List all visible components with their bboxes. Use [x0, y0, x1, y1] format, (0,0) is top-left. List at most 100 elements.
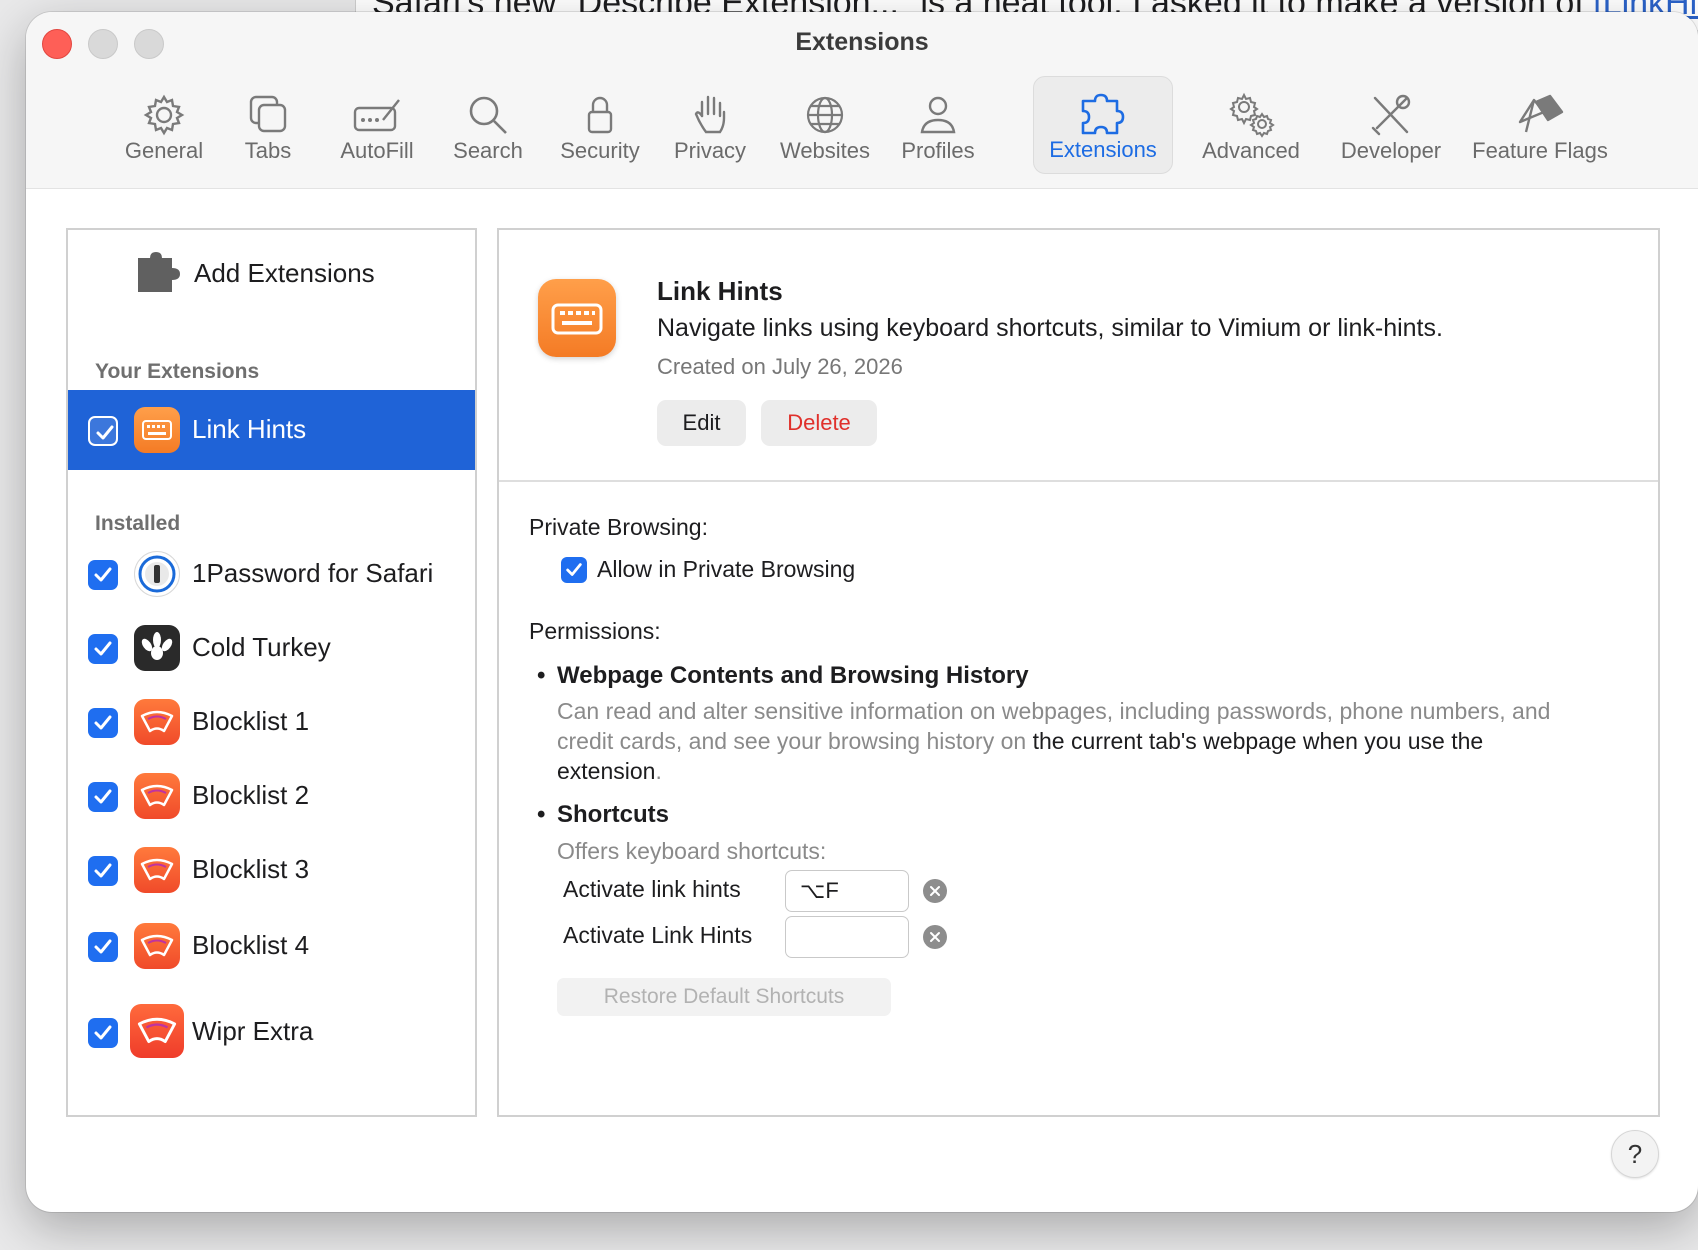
- gear-icon: [143, 94, 185, 136]
- tab-search-label: Search: [453, 138, 523, 163]
- list-item-blocklist-2[interactable]: Blocklist 2: [68, 756, 475, 836]
- gears-icon: [1229, 92, 1275, 138]
- tab-general-label: General: [124, 138, 204, 163]
- list-item-blocklist-1[interactable]: Blocklist 1: [68, 682, 475, 762]
- restore-default-shortcuts-button[interactable]: Restore Default Shortcuts: [557, 978, 891, 1016]
- extension-name: Cold Turkey: [192, 632, 331, 662]
- clear-shortcut-icon[interactable]: [923, 879, 947, 903]
- tab-websites-label: Websites: [779, 138, 871, 163]
- tab-advanced-label: Advanced: [1202, 138, 1300, 163]
- tab-advanced[interactable]: Advanced: [1181, 76, 1321, 174]
- tab-privacy-label: Privacy: [673, 138, 747, 163]
- checkmark-icon: [94, 939, 112, 954]
- tab-tabs-label: Tabs: [244, 138, 292, 163]
- clear-shortcut-icon[interactable]: [923, 925, 947, 949]
- shortcut-label: Activate link hints: [563, 876, 741, 902]
- list-item-blocklist-4[interactable]: Blocklist 4: [68, 906, 475, 986]
- extension-created-date: Created on July 26, 2026: [657, 354, 903, 379]
- keyboard-icon: [134, 407, 180, 453]
- autofill-icon: [353, 99, 400, 132]
- enable-checkbox[interactable]: [88, 416, 118, 446]
- tab-feature-flags-label: Feature Flags: [1472, 138, 1608, 163]
- tab-developer-label: Developer: [1340, 138, 1442, 163]
- tab-tabs[interactable]: Tabs: [226, 76, 310, 174]
- enable-checkbox[interactable]: [88, 560, 118, 590]
- tab-extensions-label: Extensions: [1049, 137, 1157, 162]
- allow-private-label: Allow in Private Browsing: [597, 556, 856, 582]
- edit-button[interactable]: Edit: [657, 400, 746, 446]
- add-extensions-button[interactable]: Add Extensions: [136, 252, 456, 296]
- extension-name: Blocklist 2: [192, 780, 310, 810]
- installed-header: Installed: [95, 512, 181, 535]
- checkmark-icon: [94, 641, 112, 656]
- tab-search[interactable]: Search: [438, 76, 538, 174]
- wipr-icon: [134, 699, 180, 745]
- tools-icon: [1371, 94, 1411, 136]
- turkey-icon: [134, 625, 180, 671]
- enable-checkbox[interactable]: [88, 634, 118, 664]
- shortcut-field[interactable]: ⌥F: [785, 870, 909, 912]
- allow-private-checkbox[interactable]: [561, 557, 587, 583]
- wipr-icon: [134, 773, 180, 819]
- list-item-cold-turkey[interactable]: Cold Turkey: [68, 608, 475, 688]
- extension-name: 1Password for Safari: [192, 558, 434, 588]
- search-icon: [469, 96, 507, 134]
- enable-checkbox[interactable]: [88, 782, 118, 812]
- private-browsing-label: Private Browsing:: [529, 514, 708, 540]
- extensions-list[interactable]: Add Extensions Your Extensions Link Hint…: [66, 228, 477, 1117]
- wipr-icon: [134, 923, 180, 969]
- tab-developer[interactable]: Developer: [1326, 76, 1456, 174]
- tab-profiles[interactable]: Profiles: [888, 76, 988, 174]
- extension-name: Link Hints: [192, 414, 307, 444]
- permission-webpage-body: Can read and alter sensitive information…: [557, 696, 1557, 786]
- extension-detail: Link Hints Navigate links using keyboard…: [497, 228, 1660, 1117]
- enable-checkbox[interactable]: [88, 1018, 118, 1048]
- checkmark-icon: [566, 563, 582, 576]
- puzzle-icon: [138, 252, 180, 292]
- tab-autofill[interactable]: AutoFill: [322, 76, 432, 174]
- permission-shortcuts-body: Offers keyboard shortcuts:: [557, 838, 827, 864]
- tab-extensions[interactable]: Extensions: [1033, 76, 1173, 174]
- list-item-blocklist-3[interactable]: Blocklist 3: [68, 830, 475, 910]
- delete-button[interactable]: Delete: [761, 400, 877, 446]
- lock-icon: [587, 96, 613, 134]
- tab-privacy[interactable]: Privacy: [660, 76, 760, 174]
- tabs-icon: [249, 95, 287, 133]
- preferences-toolbar: General Tabs AutoFill Search Security Pr…: [26, 76, 1698, 176]
- hand-icon: [694, 95, 726, 134]
- extension-name: Blocklist 1: [192, 706, 310, 736]
- help-button[interactable]: ?: [1611, 1130, 1659, 1178]
- keyboard-icon: [538, 279, 616, 357]
- shortcut-label: Activate Link Hints: [563, 922, 753, 948]
- settings-window: Extensions General Tabs AutoFill Search: [26, 12, 1698, 1212]
- checkmark-icon: [94, 715, 112, 730]
- tab-feature-flags[interactable]: Feature Flags: [1462, 76, 1618, 174]
- shortcut-field[interactable]: [785, 916, 909, 958]
- puzzle-icon: [1081, 93, 1125, 135]
- enable-checkbox[interactable]: [88, 708, 118, 738]
- extension-name: Wipr Extra: [192, 1016, 314, 1046]
- tab-general[interactable]: General: [114, 76, 214, 174]
- checkmark-icon: [94, 1025, 112, 1040]
- list-item-wipr-extra[interactable]: Wipr Extra: [68, 992, 475, 1072]
- bullet: •: [537, 662, 546, 689]
- list-item-1password[interactable]: 1Password for Safari: [68, 534, 475, 614]
- wipr-icon: [130, 1004, 184, 1058]
- add-extensions-label: Add Extensions: [194, 258, 375, 288]
- wipr-icon: [134, 847, 180, 893]
- enable-checkbox[interactable]: [88, 856, 118, 886]
- person-icon: [920, 96, 956, 134]
- flags-icon: [1518, 94, 1564, 133]
- 1password-icon: [134, 551, 180, 597]
- tab-profiles-label: Profiles: [901, 138, 975, 163]
- permission-webpage-end: .: [655, 758, 662, 784]
- extension-description: Navigate links using keyboard shortcuts,…: [657, 314, 1443, 342]
- tab-security[interactable]: Security: [550, 76, 650, 174]
- enable-checkbox[interactable]: [88, 932, 118, 962]
- list-item-link-hints[interactable]: Link Hints: [68, 390, 475, 470]
- bullet: •: [537, 801, 546, 828]
- divider: [499, 480, 1658, 482]
- tab-websites[interactable]: Websites: [770, 76, 880, 174]
- your-extensions-header: Your Extensions: [95, 360, 260, 383]
- checkmark-icon: [94, 789, 112, 804]
